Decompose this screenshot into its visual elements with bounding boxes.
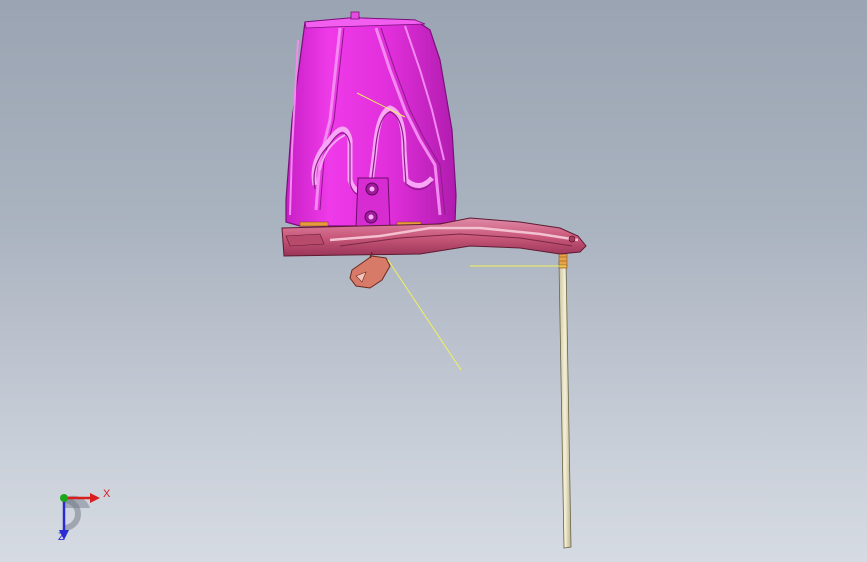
- bracket-part[interactable]: [349, 251, 391, 289]
- coordinate-triad: X Y Z: [44, 480, 124, 550]
- y-axis-dot: [60, 494, 68, 502]
- z-axis-label: Z: [58, 531, 65, 543]
- housing-part[interactable]: [285, 11, 457, 229]
- x-axis-label: X: [103, 488, 111, 500]
- graphics-viewport[interactable]: X Y Z: [0, 0, 867, 562]
- 3d-model-view[interactable]: [0, 0, 867, 562]
- triad-icon: [59, 493, 100, 540]
- rod-part[interactable]: [558, 253, 572, 549]
